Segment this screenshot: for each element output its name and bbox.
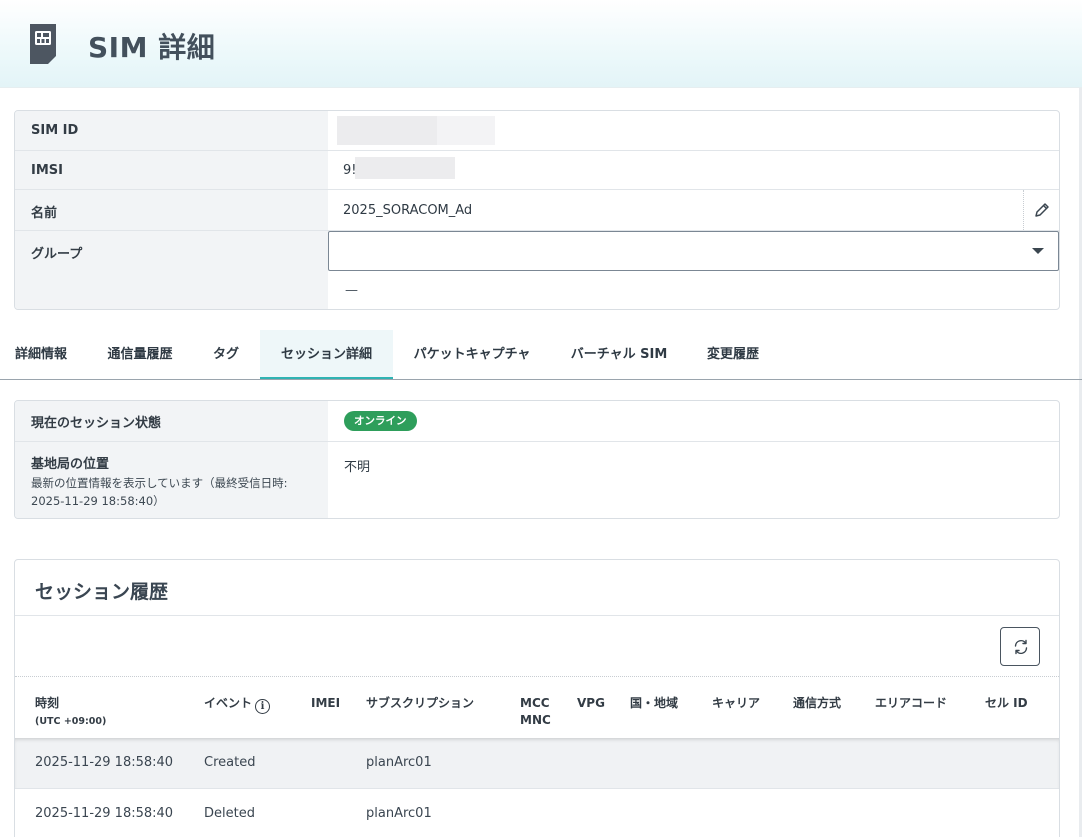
location-note: 最新の位置情報を表示しています（最終受信日時: 2025-11-29 18:58… bbox=[31, 474, 312, 510]
caret-down-icon bbox=[1032, 248, 1044, 254]
cell-event: Created bbox=[204, 755, 256, 770]
column-event-label: イベント bbox=[204, 696, 253, 710]
refresh-icon bbox=[1014, 639, 1028, 655]
location-note-text: 最新の位置情報を表示しています（最終受信日時: bbox=[31, 476, 288, 490]
info-row-group: グループ — bbox=[15, 231, 1059, 309]
column-header-cell-id[interactable]: セル ID bbox=[985, 695, 1028, 712]
column-header-mcc-mnc[interactable]: MCC MNC bbox=[520, 695, 551, 729]
column-mnc-label: MNC bbox=[520, 713, 551, 727]
tab-details[interactable]: 詳細情報 bbox=[0, 330, 82, 379]
cell-subscription: planArc01 bbox=[366, 755, 432, 770]
base-station-row: 基地局の位置 最新の位置情報を表示しています（最終受信日時: 2025-11-2… bbox=[15, 442, 1059, 518]
edit-separator bbox=[1023, 190, 1024, 230]
column-header-area-code[interactable]: エリアコード bbox=[875, 695, 947, 712]
sim-info-table: SIM ID IMSI 9! 名前 2025_SORACOM_Ad グループ — bbox=[14, 110, 1060, 310]
session-history-panel: セッション履歴 時刻 (UTC +09:00) イベント i IMEI サブスクリ… bbox=[14, 559, 1060, 837]
tab-bar: 詳細情報 通信量履歴 タグ セッション詳細 パケットキャプチャ バーチャル SI… bbox=[0, 330, 1082, 380]
base-station-label-text: 基地局の位置 bbox=[31, 457, 110, 472]
column-header-subscription[interactable]: サブスクリプション bbox=[366, 695, 474, 712]
name-value: 2025_SORACOM_Ad bbox=[343, 203, 473, 218]
info-row-sim-id: SIM ID bbox=[15, 111, 1059, 151]
group-select[interactable] bbox=[328, 231, 1059, 271]
column-time-label: 時刻 bbox=[35, 696, 60, 710]
tab-virtual-sim[interactable]: バーチャル SIM bbox=[562, 330, 676, 379]
divider bbox=[15, 615, 1059, 616]
cell-subscription: planArc01 bbox=[366, 806, 432, 821]
column-header-vpg[interactable]: VPG bbox=[577, 695, 605, 712]
redacted-block bbox=[355, 157, 455, 179]
info-icon[interactable]: i bbox=[255, 699, 271, 714]
table-row[interactable]: 2025-11-29 18:58:40 Created planArc01 bbox=[15, 738, 1059, 789]
status-badge: オンライン bbox=[344, 411, 417, 431]
group-label: グループ bbox=[15, 231, 328, 309]
table-header: 時刻 (UTC +09:00) イベント i IMEI サブスクリプション MCC… bbox=[15, 676, 1059, 738]
info-row-imsi: IMSI 9! bbox=[15, 151, 1059, 190]
redacted-block bbox=[437, 116, 495, 145]
session-state-row: 現在のセッション状態 オンライン bbox=[15, 401, 1059, 442]
imsi-label: IMSI bbox=[15, 151, 328, 189]
cell-time: 2025-11-29 18:58:40 bbox=[35, 806, 174, 821]
table-row[interactable]: 2025-11-29 18:58:40 Deleted planArc01 bbox=[15, 789, 1059, 837]
tab-tags[interactable]: タグ bbox=[204, 330, 248, 379]
base-station-label: 基地局の位置 最新の位置情報を表示しています（最終受信日時: 2025-11-2… bbox=[15, 442, 328, 518]
tab-change-history[interactable]: 変更履歴 bbox=[695, 330, 771, 379]
column-header-rat[interactable]: 通信方式 bbox=[793, 695, 841, 712]
refresh-button[interactable] bbox=[1000, 627, 1040, 666]
column-time-tz: (UTC +09:00) bbox=[35, 716, 107, 727]
session-history-title: セッション履歴 bbox=[35, 581, 169, 603]
session-state-label-text: 現在のセッション状態 bbox=[31, 416, 162, 431]
name-label: 名前 bbox=[15, 190, 328, 230]
column-mcc-label: MCC bbox=[520, 696, 550, 710]
page-title: SIM 詳細 bbox=[88, 31, 216, 64]
pencil-icon[interactable] bbox=[1033, 201, 1051, 219]
group-value: — bbox=[345, 283, 358, 298]
session-status-table: 現在のセッション状態 オンライン 基地局の位置 最新の位置情報を表示しています（… bbox=[14, 400, 1060, 519]
session-state-label: 現在のセッション状態 bbox=[15, 401, 328, 441]
tab-traffic-history[interactable]: 通信量履歴 bbox=[100, 330, 180, 379]
cell-event: Deleted bbox=[204, 806, 255, 821]
column-header-imei[interactable]: IMEI bbox=[311, 695, 340, 712]
base-station-value: 不明 bbox=[344, 460, 371, 475]
tab-session-details[interactable]: セッション詳細 bbox=[260, 330, 393, 379]
column-header-time[interactable]: 時刻 (UTC +09:00) bbox=[35, 695, 106, 730]
info-row-name: 名前 2025_SORACOM_Ad bbox=[15, 190, 1059, 231]
location-note-time: 2025-11-29 18:58:40） bbox=[31, 494, 165, 508]
tab-packet-capture[interactable]: パケットキャプチャ bbox=[404, 330, 540, 379]
page-header: SIM 詳細 bbox=[0, 0, 1082, 88]
cell-time: 2025-11-29 18:58:40 bbox=[35, 755, 174, 770]
column-header-event[interactable]: イベント i bbox=[204, 695, 271, 714]
column-header-carrier[interactable]: キャリア bbox=[712, 695, 760, 712]
sim-card-icon bbox=[30, 24, 56, 64]
redacted-block bbox=[337, 116, 437, 145]
column-header-country[interactable]: 国・地域 bbox=[630, 695, 678, 712]
sim-id-label: SIM ID bbox=[15, 111, 328, 150]
